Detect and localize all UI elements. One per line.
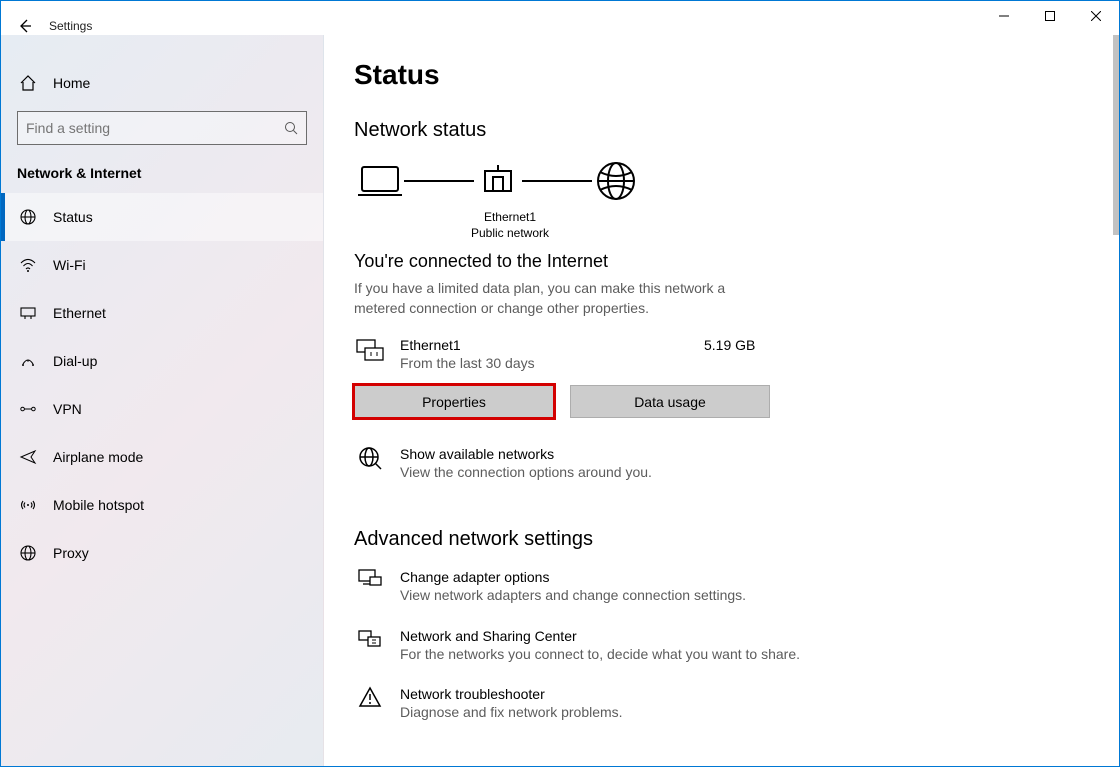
sharing-title: Network and Sharing Center (400, 628, 800, 644)
diagram-caption: Ethernet1 Public network (454, 210, 566, 241)
connection-name: Ethernet1 (400, 337, 690, 353)
titlebar: Settings (1, 1, 1119, 35)
sidebar-item-label: Wi-Fi (53, 257, 86, 273)
network-troubleshooter[interactable]: Network troubleshooter Diagnose and fix … (354, 686, 1089, 722)
connected-description: If you have a limited data plan, you can… (354, 278, 764, 319)
settings-category: Network & Internet (1, 155, 323, 193)
internet-globe-icon (592, 160, 640, 202)
advanced-heading: Advanced network settings (354, 528, 1089, 551)
change-adapter-options[interactable]: Change adapter options View network adap… (354, 569, 1089, 605)
ethernet-icon (19, 304, 37, 322)
troubleshoot-sub: Diagnose and fix network problems. (400, 702, 623, 722)
connected-title: You're connected to the Internet (354, 251, 1089, 272)
hotspot-icon (19, 496, 37, 514)
sidebar-item-label: Status (53, 209, 93, 225)
close-button[interactable] (1073, 1, 1119, 31)
adapter-title: Change adapter options (400, 569, 746, 585)
globe-icon (19, 208, 37, 226)
network-profile: Public network (454, 226, 566, 242)
warning-icon (354, 686, 386, 708)
wifi-icon (19, 256, 37, 274)
connection-period: From the last 30 days (400, 353, 690, 373)
router-icon (474, 165, 522, 197)
sharing-icon (354, 628, 386, 650)
sidebar-item-proxy[interactable]: Proxy (1, 529, 323, 577)
sidebar-item-wifi[interactable]: Wi-Fi (1, 241, 323, 289)
properties-button[interactable]: Properties (354, 385, 554, 418)
adapter-sub: View network adapters and change connect… (400, 585, 746, 605)
scrollbar[interactable] (1113, 35, 1119, 235)
sidebar-item-label: Ethernet (53, 305, 106, 321)
sidebar-item-label: VPN (53, 401, 82, 417)
adapter-icon (354, 569, 386, 591)
content-pane: Status Network status Et (324, 35, 1119, 766)
show-available-networks[interactable]: Show available networks View the connect… (354, 446, 1089, 482)
available-title: Show available networks (400, 446, 652, 462)
home-link[interactable]: Home (1, 59, 323, 107)
ethernet-small-icon (354, 337, 386, 361)
sidebar-item-hotspot[interactable]: Mobile hotspot (1, 481, 323, 529)
sidebar-item-label: Dial-up (53, 353, 97, 369)
vpn-icon (19, 400, 37, 418)
home-icon (19, 74, 37, 92)
sidebar-item-vpn[interactable]: VPN (1, 385, 323, 433)
app-title: Settings (49, 19, 92, 33)
sidebar-item-label: Proxy (53, 545, 89, 561)
troubleshoot-title: Network troubleshooter (400, 686, 623, 702)
network-status-heading: Network status (354, 119, 1089, 142)
search-icon (284, 121, 298, 135)
sidebar-item-label: Airplane mode (53, 449, 143, 465)
dialup-icon (19, 352, 37, 370)
sidebar-item-ethernet[interactable]: Ethernet (1, 289, 323, 337)
home-label: Home (53, 75, 90, 91)
sidebar-item-status[interactable]: Status (1, 193, 323, 241)
sidebar-item-dialup[interactable]: Dial-up (1, 337, 323, 385)
data-usage-button[interactable]: Data usage (570, 385, 770, 418)
maximize-button[interactable] (1027, 1, 1073, 31)
sidebar-item-label: Mobile hotspot (53, 497, 144, 513)
sidebar: Home Network & Internet Status (1, 35, 324, 766)
connection-usage: 5.19 GB (704, 337, 755, 353)
page-title: Status (354, 59, 1089, 91)
proxy-icon (19, 544, 37, 562)
network-sharing-center[interactable]: Network and Sharing Center For the netwo… (354, 628, 1089, 664)
search-input[interactable] (17, 111, 307, 145)
pc-icon (356, 163, 404, 199)
sharing-sub: For the networks you connect to, decide … (400, 644, 800, 664)
adapter-name: Ethernet1 (454, 210, 566, 226)
available-sub: View the connection options around you. (400, 462, 652, 482)
network-diagram (356, 160, 1089, 202)
airplane-icon (19, 448, 37, 466)
search-field[interactable] (26, 120, 284, 136)
minimize-button[interactable] (981, 1, 1027, 31)
sidebar-item-airplane[interactable]: Airplane mode (1, 433, 323, 481)
settings-window: Settings Home (0, 0, 1120, 767)
globe-small-icon (354, 446, 386, 470)
